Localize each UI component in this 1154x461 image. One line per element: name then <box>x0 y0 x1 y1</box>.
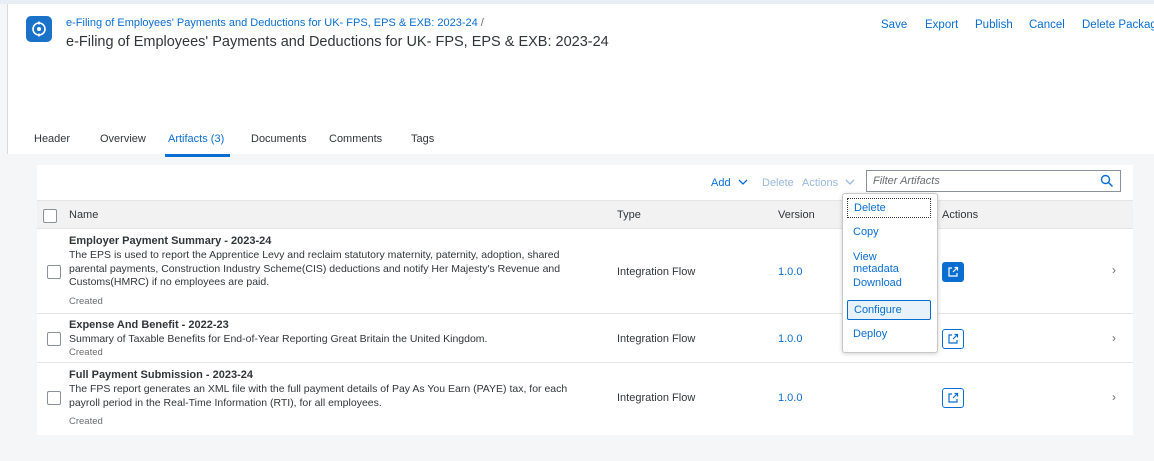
tab-documents[interactable]: Documents <box>251 133 307 145</box>
filter-artifacts-input[interactable] <box>867 171 1099 191</box>
table-header-row: Name Type Version Actions <box>37 200 1133 229</box>
chevron-right-icon[interactable]: › <box>1112 390 1116 404</box>
column-header-type[interactable]: Type <box>617 209 641 221</box>
tab-header[interactable]: Header <box>34 133 70 145</box>
breadcrumb-separator: / <box>480 17 484 29</box>
table-row[interactable]: Expense And Benefit - 2022-23 Summary of… <box>37 314 1133 363</box>
chevron-down-icon <box>738 179 748 185</box>
actions-dropdown-button[interactable]: Actions <box>802 177 855 189</box>
action-button[interactable] <box>942 388 964 408</box>
table-row[interactable]: Full Payment Submission - 2023-24 The FP… <box>37 363 1133 435</box>
row-checkbox[interactable] <box>47 332 61 346</box>
chevron-down-icon <box>845 179 855 185</box>
row-checkbox[interactable] <box>47 265 61 279</box>
actions-label: Actions <box>802 177 839 189</box>
column-header-name[interactable]: Name <box>69 209 98 221</box>
artifact-version-link[interactable]: 1.0.0 <box>778 392 802 404</box>
package-icon <box>26 16 52 42</box>
column-header-version[interactable]: Version <box>778 209 815 221</box>
add-label: Add <box>711 177 731 189</box>
save-button[interactable]: Save <box>881 19 907 31</box>
column-header-actions: Actions <box>942 209 979 221</box>
menu-item-delete[interactable]: Delete <box>847 198 931 218</box>
action-button[interactable] <box>942 262 964 282</box>
table-row[interactable]: Employer Payment Summary - 2023-24 The E… <box>37 229 1133 314</box>
menu-item-deploy[interactable]: Deploy <box>847 325 931 345</box>
publish-button[interactable]: Publish <box>975 19 1013 31</box>
actions-menu: Delete Copy View metadata Download Confi… <box>842 193 938 353</box>
menu-item-view-metadata[interactable]: View metadata <box>847 248 931 275</box>
open-external-icon <box>948 392 959 403</box>
tab-selected-indicator <box>165 154 230 157</box>
table-toolbar: Add Delete Actions <box>37 165 1133 199</box>
export-button[interactable]: Export <box>925 19 958 31</box>
artifact-type: Integration Flow <box>617 392 696 404</box>
page-title: e-Filing of Employees' Payments and Dedu… <box>66 34 609 50</box>
breadcrumb[interactable]: e-Filing of Employees' Payments and Dedu… <box>66 17 484 29</box>
artifact-type: Integration Flow <box>617 266 696 278</box>
artifact-name: Full Payment Submission - 2023-24 <box>69 369 254 381</box>
artifact-description: The FPS report generates an XML file wit… <box>69 383 568 409</box>
tab-tags[interactable]: Tags <box>411 133 434 145</box>
delete-button-disabled[interactable]: Delete <box>762 177 794 189</box>
open-external-icon <box>948 333 959 344</box>
artifact-status: Created <box>69 347 103 358</box>
menu-item-copy[interactable]: Copy <box>847 223 931 243</box>
object-page-header: e-Filing of Employees' Payments and Dedu… <box>7 4 1154 157</box>
artifact-description: Summary of Taxable Benefits for End-of-Y… <box>69 333 488 345</box>
row-checkbox[interactable] <box>47 391 61 405</box>
chevron-right-icon[interactable]: › <box>1112 263 1116 277</box>
artifact-name: Employer Payment Summary - 2023-24 <box>69 235 272 247</box>
tab-artifacts[interactable]: Artifacts (3) <box>168 133 224 145</box>
tab-overview[interactable]: Overview <box>100 133 146 145</box>
cancel-button[interactable]: Cancel <box>1029 19 1065 31</box>
action-button[interactable] <box>942 329 964 349</box>
tab-comments[interactable]: Comments <box>329 133 382 145</box>
artifact-version-link[interactable]: 1.0.0 <box>778 333 802 345</box>
artifact-status: Created <box>69 416 103 427</box>
breadcrumb-link[interactable]: e-Filing of Employees' Payments and Dedu… <box>66 17 478 29</box>
artifact-description: The EPS is used to report the Apprentice… <box>69 249 561 288</box>
menu-item-configure[interactable]: Configure <box>847 300 931 320</box>
search-icon[interactable] <box>1100 174 1114 188</box>
artifacts-table-card: Add Delete Actions Name Type Version Act… <box>37 165 1133 435</box>
select-all-checkbox[interactable] <box>43 209 57 223</box>
delete-package-button[interactable]: Delete Package <box>1082 19 1154 31</box>
artifact-status: Created <box>69 296 103 307</box>
artifact-version-link[interactable]: 1.0.0 <box>778 266 802 278</box>
artifact-name: Expense And Benefit - 2022-23 <box>69 319 229 331</box>
menu-item-download[interactable]: Download <box>847 274 931 294</box>
add-button[interactable]: Add <box>711 177 748 189</box>
open-external-icon <box>948 266 959 277</box>
artifact-type: Integration Flow <box>617 333 696 345</box>
chevron-right-icon[interactable]: › <box>1112 331 1116 345</box>
filter-artifacts-field[interactable] <box>866 170 1121 192</box>
